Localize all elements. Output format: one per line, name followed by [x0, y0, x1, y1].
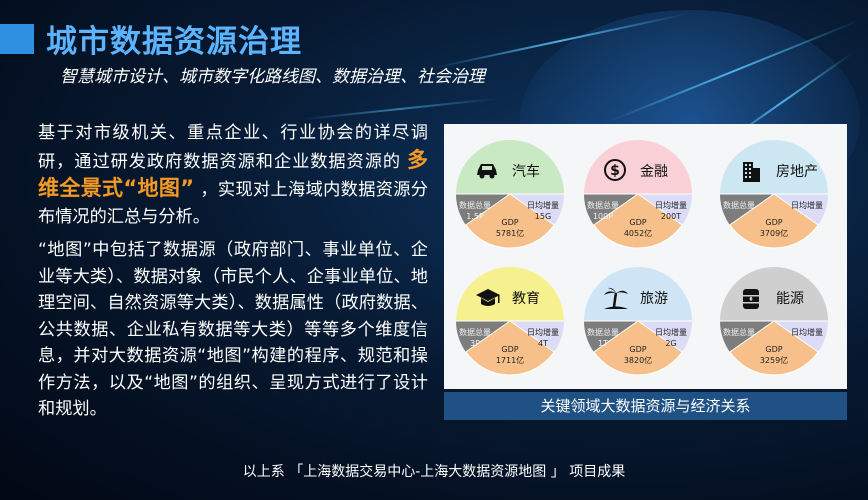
- daily-increment-label: 日均增量: [655, 200, 687, 210]
- domain-circle-4: 教育数据总量 3P 日均增量 4T GDP1711亿: [456, 267, 564, 376]
- daily-increment-label: 4T: [538, 339, 548, 348]
- circle-top-half: [456, 140, 564, 194]
- data-volume-label: 1T: [598, 339, 608, 348]
- gdp-label: GDP: [501, 345, 518, 354]
- daily-increment-label: 日均增量: [791, 200, 823, 210]
- body-text: 基于对市级机关、重点企业、行业协会的详尽调研，通过研发政府数据资源和企业数据资源…: [38, 123, 428, 172]
- circle-top-half: [584, 140, 692, 194]
- category-label: 能源: [776, 291, 804, 307]
- slide-title: 城市数据资源治理: [46, 24, 302, 60]
- domain-circle-6: 能源数据总量 日均增量 GDP3259亿: [720, 267, 828, 376]
- daily-increment-label: 2G: [665, 339, 676, 348]
- gdp-label: 1711亿: [496, 355, 524, 365]
- footer-note: 以上系 「上海数据交易中心-上海大数据资源地图 」 项目成果: [242, 464, 626, 480]
- daily-increment-label: 日均增量: [791, 327, 823, 337]
- category-label: 金融: [640, 164, 668, 180]
- data-volume-label: 数据总量: [459, 200, 491, 210]
- title-accent-bar: [0, 24, 34, 54]
- domain-circle-3: 房地产数据总量 日均增量 GDP3709亿: [720, 140, 828, 249]
- data-volume-label: 数据总量: [723, 200, 755, 210]
- svg-text:$: $: [610, 163, 620, 179]
- gdp-label: GDP: [765, 218, 782, 227]
- background-light-streak: [300, 97, 500, 121]
- gdp-label: 4052亿: [624, 228, 652, 238]
- data-volume-label: 3P: [470, 339, 480, 348]
- body-paragraph-1: 基于对市级机关、重点企业、行业协会的详尽调研，通过研发政府数据资源和企业数据资源…: [38, 120, 428, 230]
- data-volume-label: 数据总量: [723, 327, 755, 337]
- daily-increment-label: 日均增量: [527, 200, 559, 210]
- category-label: 汽车: [512, 163, 540, 180]
- circle-top-half: [456, 267, 564, 321]
- domain-circles-figure: 汽车数据总量1.5P日均增量15GGDP5781亿$ 金融数据总量100P日均增量…: [456, 140, 828, 376]
- data-volume-label: 100P: [593, 212, 613, 221]
- domain-circle-1: 汽车数据总量 1.5P 日均增量 15G GDP5781亿: [456, 140, 564, 249]
- data-volume-label: 数据总量: [587, 327, 619, 337]
- circle-top-half: [720, 267, 828, 321]
- daily-increment-label: 日均增量: [527, 327, 559, 337]
- daily-increment-label: 日均增量: [655, 327, 687, 337]
- domain-circle-2: $ 金融数据总量 100P 日均增量 200T GDP4052亿: [584, 140, 692, 249]
- gdp-label: 3709亿: [760, 228, 788, 238]
- category-label: 房地产: [776, 164, 818, 180]
- gdp-label: GDP: [765, 345, 782, 354]
- gdp-label: 5781亿: [496, 228, 524, 238]
- daily-increment-label: 15G: [535, 212, 551, 221]
- daily-increment-label: 200T: [661, 212, 681, 221]
- data-volume-label: 数据总量: [587, 200, 619, 210]
- gdp-label: GDP: [629, 345, 646, 354]
- body-paragraph-2: “地图”中包括了数据源（政府部门、事业单位、企业等大类）、数据对象（市民个人、企…: [38, 240, 428, 419]
- figure-caption: 关键领域大数据资源与经济关系: [444, 392, 847, 420]
- category-label: 教育: [512, 291, 540, 307]
- slide-subtitle: 智慧城市设计、城市数字化路线图、数据治理、社会治理: [60, 67, 485, 87]
- gdp-label: GDP: [629, 218, 646, 227]
- domain-circle-5: 旅游数据总量 1T 日均增量 2G GDP3820亿: [584, 267, 692, 376]
- category-label: 旅游: [640, 291, 668, 307]
- circle-top-half: [584, 267, 692, 321]
- data-volume-label: 数据总量: [459, 327, 491, 337]
- gdp-label: 3820亿: [624, 355, 652, 365]
- figure-panel: 汽车 数据总量 1.5P 日均增量 15G GDP 5781亿 $ 金融 数据总量 100P 日均增量…: [444, 124, 847, 389]
- gdp-label: GDP: [501, 218, 518, 227]
- data-volume-label: 1.5P: [466, 212, 484, 221]
- oil-barrel-icon: [743, 289, 759, 309]
- gdp-label: 3259亿: [760, 355, 788, 365]
